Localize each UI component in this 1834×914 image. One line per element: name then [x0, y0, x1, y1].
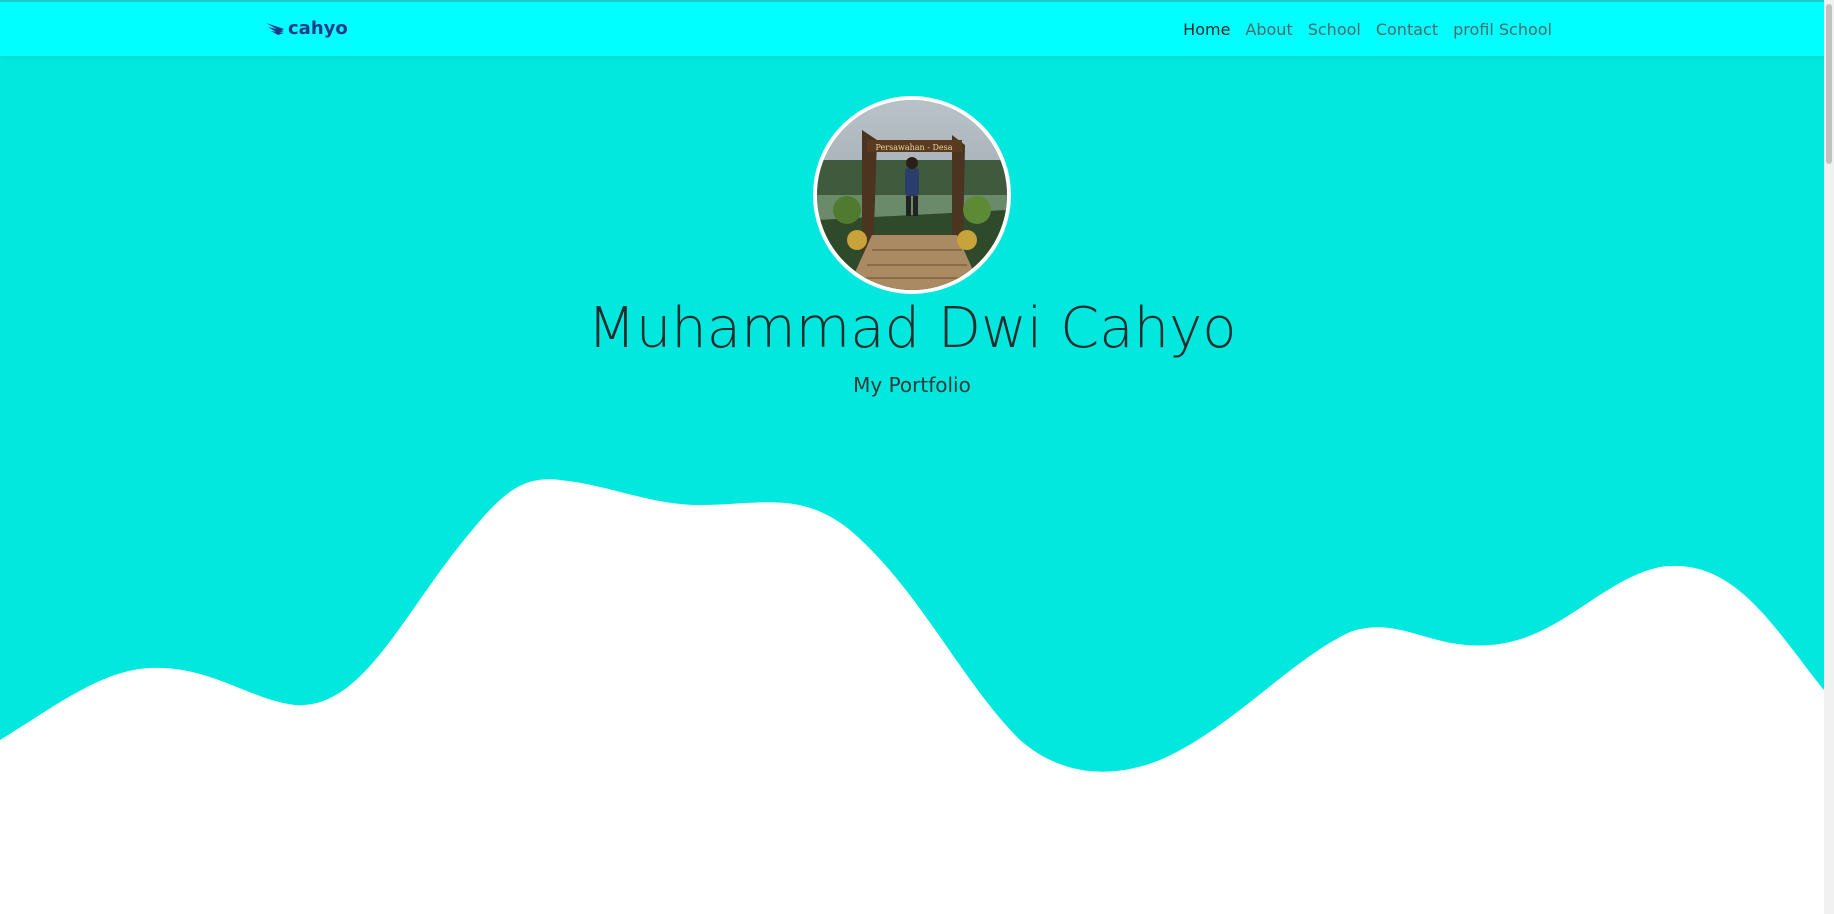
brand-link[interactable]: cahyo	[266, 18, 348, 39]
scrollbar-thumb[interactable]	[1826, 4, 1832, 164]
nav-contact[interactable]: Contact	[1376, 20, 1438, 39]
nav-home[interactable]: Home	[1183, 20, 1230, 39]
nav-links: Home About School Contact profil School	[1183, 20, 1552, 39]
avatar: Persawahan - Desa	[813, 96, 1011, 294]
navbar: cahyo Home About School Contact profil S…	[0, 0, 1834, 56]
portfolio-page: cahyo Home About School Contact profil S…	[0, 0, 1834, 914]
page-subtitle: My Portfolio	[853, 373, 971, 397]
svg-text:Persawahan - Desa: Persawahan - Desa	[876, 143, 953, 152]
profile-photo: Persawahan - Desa	[817, 100, 1007, 290]
brand-label: cahyo	[288, 18, 348, 39]
scrollbar[interactable]	[1824, 0, 1834, 914]
wing-icon	[266, 22, 284, 35]
nav-profil-school[interactable]: profil School	[1453, 20, 1552, 39]
nav-school[interactable]: School	[1308, 20, 1361, 39]
nav-about[interactable]: About	[1245, 20, 1292, 39]
page-title: Muhammad Dwi Cahyo	[587, 296, 1237, 361]
